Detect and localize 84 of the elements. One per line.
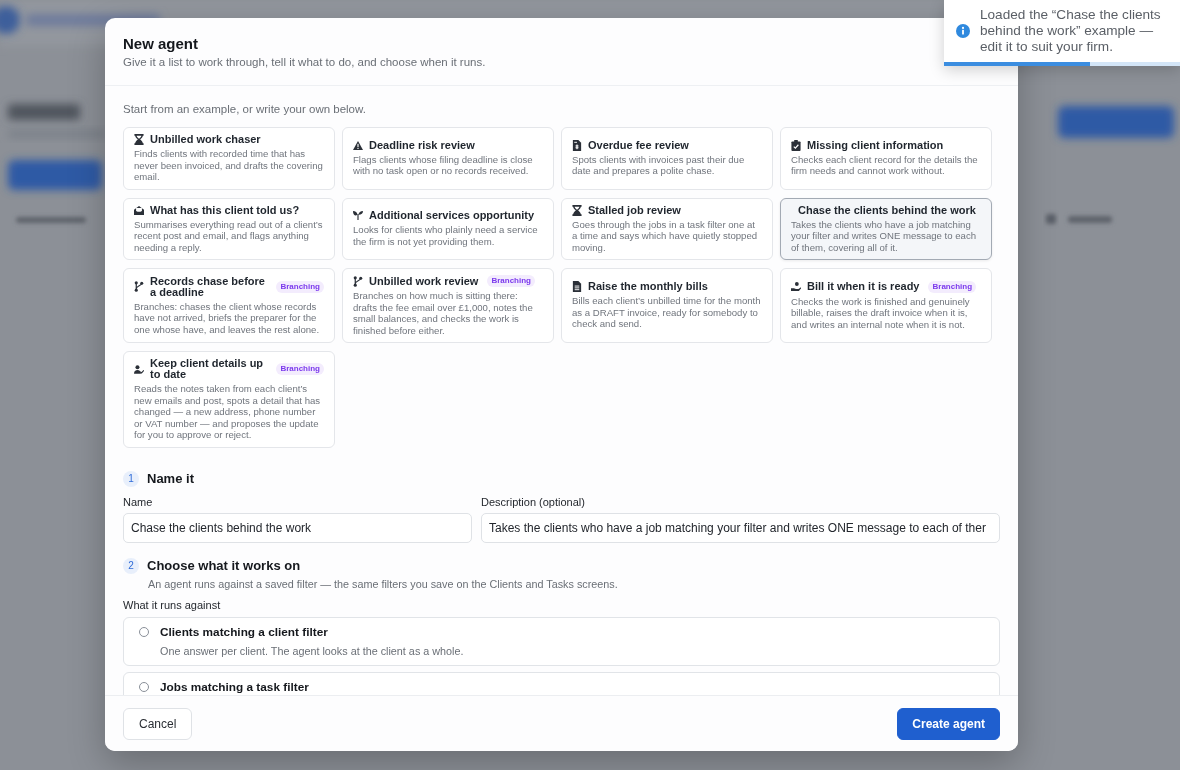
option-title: Clients matching a client filter (160, 625, 329, 639)
blurred-search-text (16, 217, 86, 223)
text-field[interactable]: Chase the clients behind the work (123, 512, 472, 543)
example-card[interactable]: Unbilled work review Branching Branches on how much is sitting there: drafts the fee email over £1,000, notes the small balances, and checks the work is finished before either. (342, 268, 554, 343)
toast-message: Loaded the “Chase the clients behind the work” example — edit it to suit your firm. (980, 7, 1162, 55)
branching-badge: Branching (487, 275, 535, 287)
info-icon (956, 24, 970, 38)
option-description: One answer per client. The agent looks at the client as a whole. (160, 644, 464, 657)
step-number: 1 (123, 470, 139, 487)
field-label: What it runs against (123, 598, 221, 612)
dialog-title: New agent (123, 35, 198, 53)
example-description: Reads the notes taken from each client’s new emails and post, spots a detail that has changed — a new address, phone number or VAT number — and proposes the update for you to approve or reject. (134, 383, 322, 441)
warning-icon (353, 139, 363, 151)
example-description: Branches on how much is sitting there: drafts the fee email over £1,000, notes the small balances, and checks the work is finished before either. (353, 290, 534, 336)
branch-icon (353, 275, 363, 287)
branching-badge: Branching (928, 280, 977, 293)
example-card[interactable]: Chase the clients behind the work Takes the clients who have a job matching your filter and writes ONE message to each of them, covering all of it. (780, 197, 992, 260)
example-card[interactable]: Unbilled work chaser Finds clients with recorded time that has never been invoiced, and drafts the covering email. (123, 127, 335, 190)
example-title: Unbilled work review (369, 275, 479, 287)
example-title: Stalled job review (588, 204, 681, 216)
user-check-icon (134, 363, 144, 375)
blurred-button[interactable] (8, 160, 102, 190)
branching-badge: Branching (276, 280, 324, 293)
example-card[interactable]: Raise the monthly bills Bills each client’s unbilled time for the month as a DRAFT invoice, ready for somebody to check and send. (561, 268, 773, 343)
example-description: Bills each client’s unbilled time for the month as a DRAFT invoice, ready for somebody to check and send. (572, 295, 762, 330)
example-description: Summarises everything read out of a client’s recent post and email, and flags anything needing a reply. (134, 218, 324, 253)
example-card[interactable] (123, 351, 335, 448)
examples-intro: Start from an example, or write your own below. (123, 102, 366, 116)
option-title: Jobs matching a task filter (160, 680, 309, 694)
example-card[interactable]: What has this client told us? Summarises everything read out of a client’s recent post and email, and flags anything needing a reply. (123, 197, 335, 260)
example-card[interactable]: Additional services opportunity Looks for clients who plainly need a service the firm is not yet providing them. (342, 197, 554, 260)
envelope-icon (134, 204, 144, 216)
example-description: Checks each client record for the details the firm needs and cannot work without. (791, 153, 979, 177)
example-title: Deadline risk review (369, 139, 475, 151)
example-title: Keep client details up to date (150, 358, 265, 380)
document-icon (572, 281, 582, 293)
example-description: Flags clients whose filing deadline is close with no task open or no records received. (353, 153, 534, 177)
example-card[interactable]: Stalled job review Goes through the jobs in a task filter one at a time and says which have quietly stopped moving. (561, 197, 773, 260)
example-title: Unbilled work chaser (150, 134, 261, 145)
step-hint: An agent runs against a saved filter — the same filters you save on the Clients and Tasks screens. (148, 577, 618, 591)
seedling-icon (353, 210, 363, 222)
hourglass-icon (134, 134, 144, 145)
example-description: Checks the work is finished and genuinely billable, raises the draft invoice when it is, and writes an internal note when it is not. (791, 295, 971, 331)
example-card[interactable]: Missing client information Checks each client record for the details the firm needs and cannot work without. (780, 127, 992, 190)
example-card[interactable]: Bill it when it is ready Branching Checks the work is finished and genuinely billable, raises the draft invoice when it is, and writes an internal note when it is not. (780, 268, 992, 343)
field-label: Name (123, 495, 153, 509)
target-option[interactable]: Clients matching a client filter One answer per client. The agent looks at the client as a whole. (123, 616, 1000, 666)
hourglass-icon (572, 204, 582, 216)
example-title: Additional services opportunity (369, 210, 535, 222)
blurred-logo-icon (0, 6, 20, 34)
step-title: Name it (147, 471, 194, 486)
example-title: Bill it when it is ready (807, 281, 920, 293)
create-button[interactable]: Create agent (897, 707, 1000, 740)
example-description: Goes through the jobs in a task filter one at a time and says which have quietly stopped moving. (572, 218, 759, 253)
example-title: Records chase before a deadline (150, 275, 266, 298)
example-description: Spots clients with invoices past their due date and prepares a polite chase. (572, 153, 746, 177)
example-description: Looks for clients who plainly need a service the firm is not yet providing them. (353, 224, 539, 248)
blurred-button[interactable] (1058, 106, 1174, 138)
branch-icon (134, 281, 144, 293)
blurred-page-heading (8, 104, 80, 120)
example-description: Takes the clients who have a job matching your filter and writes ONE message to each of them, covering all of it. (791, 218, 978, 253)
branching-badge: Branching (276, 363, 324, 375)
example-description: Branches: chases the client whose records have not arrived, briefs the preparer for the one whose have, and leaves the rest alone. (134, 300, 321, 336)
step-number: 2 (123, 557, 139, 574)
example-card[interactable]: Overdue fee review Spots clients with invoices past their due date and prepares a polite chase. (561, 127, 773, 190)
step-title: Choose what it works on (147, 558, 301, 573)
cancel-button[interactable]: Cancel (123, 707, 193, 740)
target-option[interactable]: Jobs matching a task filter (123, 671, 1000, 695)
example-description: Finds clients with recorded time that has never been invoiced, and drafts the covering email. (134, 148, 324, 183)
clipboard-check-icon (791, 139, 801, 151)
example-card[interactable]: Deadline risk review Flags clients whose filing deadline is close with no task open or no records received. (342, 127, 554, 190)
example-title: Raise the monthly bills (588, 281, 708, 293)
field-label: Description (optional) (481, 495, 585, 509)
example-title: Overdue fee review (588, 139, 689, 151)
invoice-icon (572, 139, 582, 151)
hand-coin-icon (791, 281, 801, 293)
example-title: Chase the clients behind the work (798, 204, 976, 216)
example-title: Missing client information (807, 139, 944, 151)
dialog-subtitle: Give it a list to work through, tell it what to do, and choose when it runs. (123, 55, 486, 69)
text-field[interactable]: Takes the clients who have a job matching your filter and writes ONE message to each of ther (481, 512, 1000, 543)
example-title: What has this client told us? (150, 204, 300, 216)
blurred-column-label (1068, 216, 1112, 223)
example-card[interactable]: Records chase before a deadline Branching Branches: chases the client whose records have not arrived, briefs the preparer for the one whose have, and leaves the rest alone. (123, 268, 335, 343)
blurred-checkbox-icon (1046, 214, 1056, 224)
